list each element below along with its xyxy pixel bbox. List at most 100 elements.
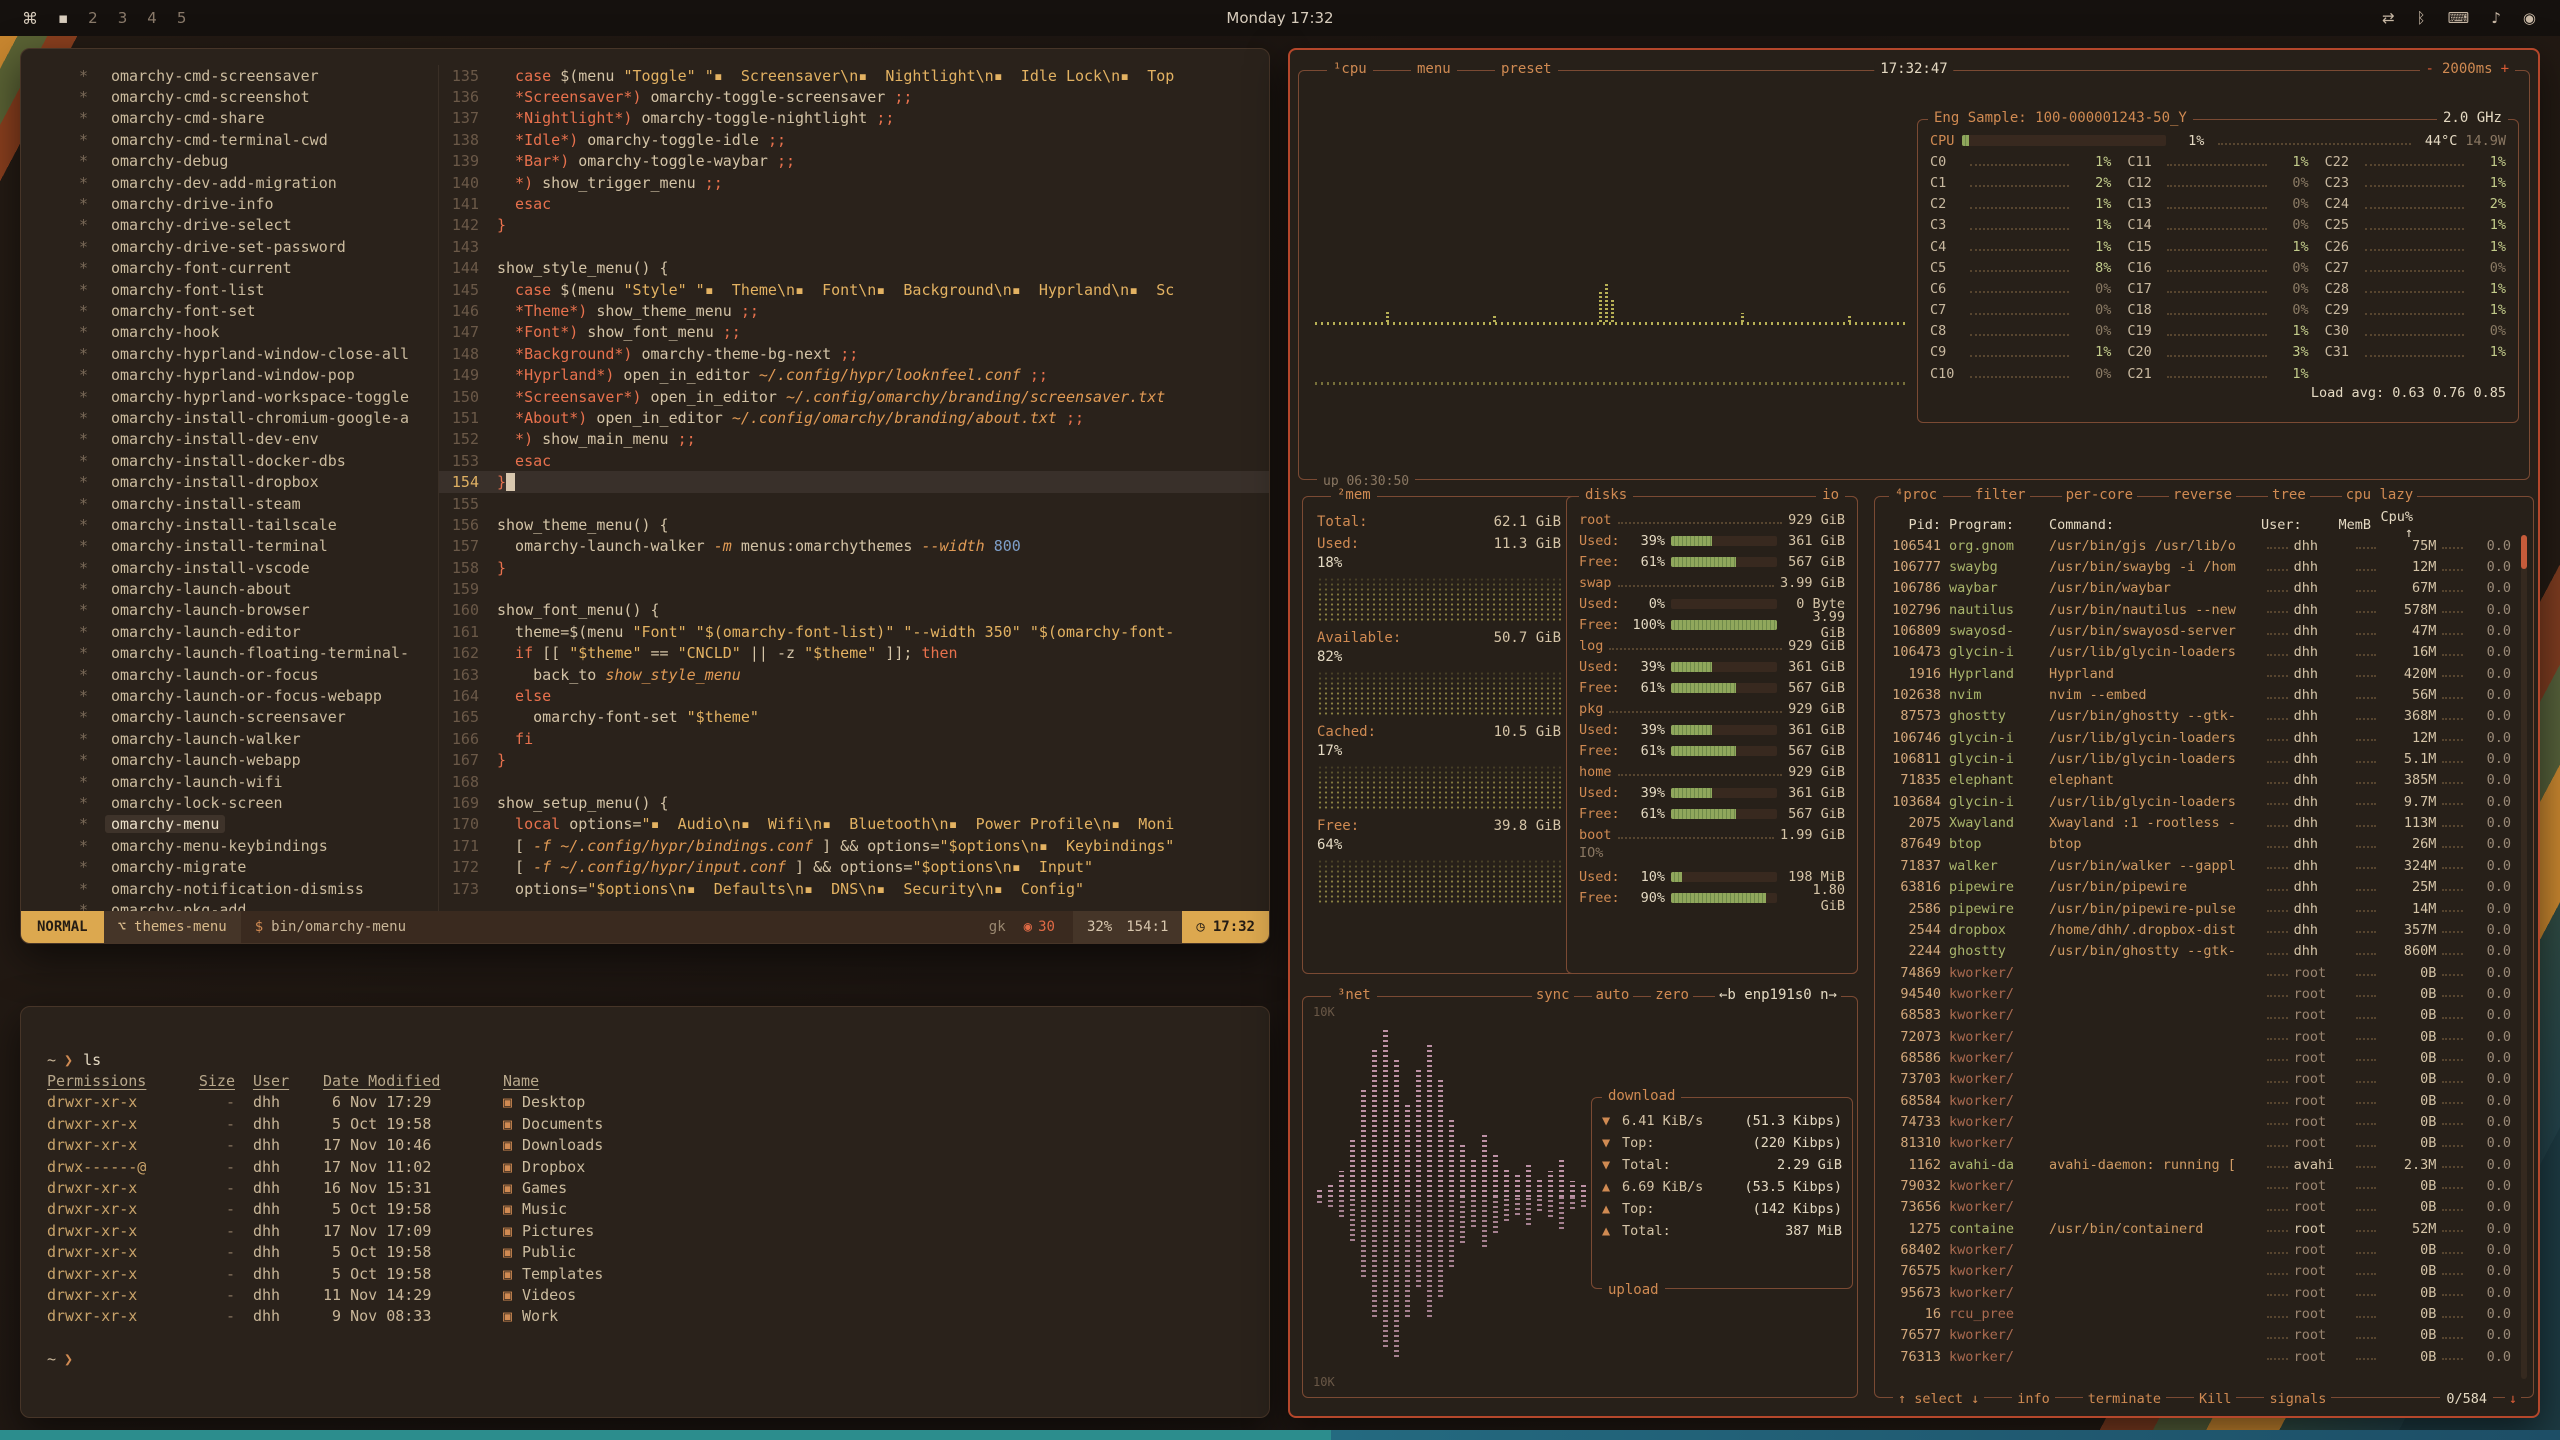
interval-minus-button[interactable]: - (2426, 61, 2434, 77)
code-lines[interactable]: 135 case $(menu "Toggle" "▪ Screensaver\… (439, 65, 1269, 911)
file-item[interactable]: *omarchy-hook (79, 322, 438, 343)
file-item[interactable]: *omarchy-install-dropbox (79, 471, 438, 492)
workspace-5[interactable]: 5 (177, 9, 187, 27)
process-row[interactable]: 73703kworker/root0B0.0 (1887, 1069, 2511, 1090)
workspace-2[interactable]: 2 (88, 9, 98, 27)
file-item[interactable]: *omarchy-hyprland-workspace-toggle (79, 386, 438, 407)
bluetooth-icon[interactable]: ᛒ (2417, 9, 2426, 27)
process-row[interactable]: 106809swayosd-/usr/bin/swayosd-serverdhh… (1887, 620, 2511, 641)
proc-options[interactable]: filterper-corereversetreecpu lazy (1971, 487, 2493, 503)
file-item[interactable]: *omarchy-font-list (79, 279, 438, 300)
file-item[interactable]: *omarchy-drive-select (79, 215, 438, 236)
process-row[interactable]: 1162avahi-daavahi-daemon: running [avahi… (1887, 1154, 2511, 1175)
nvim-file-list[interactable]: *omarchy-cmd-screensaver*omarchy-cmd-scr… (21, 65, 439, 911)
proc-option-reverse[interactable]: reverse (2169, 487, 2236, 503)
process-row[interactable]: 1275containe/usr/bin/containerdroot52M0.… (1887, 1218, 2511, 1239)
mem-box-title[interactable]: ²mem (1331, 487, 1377, 503)
file-item[interactable]: *omarchy-font-set (79, 300, 438, 321)
process-row[interactable]: 106811glycin-i/usr/lib/glycin-loadersdhh… (1887, 748, 2511, 769)
proc-scrollbar[interactable] (2521, 535, 2527, 1379)
process-row[interactable]: 87649btopbtopdhh26M0.0 (1887, 834, 2511, 855)
preset-button[interactable]: preset (1495, 61, 1558, 77)
process-row[interactable]: 71835elephantelephantdhh385M0.0 (1887, 770, 2511, 791)
file-item[interactable]: *omarchy-cmd-screenshot (79, 86, 438, 107)
proc-action-signals[interactable]: signals (2264, 1391, 2331, 1407)
file-item[interactable]: *omarchy-drive-set-password (79, 236, 438, 257)
process-row[interactable]: 79032kworker/root0B0.0 (1887, 1175, 2511, 1196)
proc-box-title[interactable]: ⁴proc (1889, 487, 1943, 503)
process-row[interactable]: 2244ghostty/usr/bin/ghostty --gtk-dhh860… (1887, 941, 2511, 962)
process-row[interactable]: 76577kworker/root0B0.0 (1887, 1325, 2511, 1346)
proc-option-per-core[interactable]: per-core (2062, 487, 2137, 503)
workspace-3[interactable]: 3 (118, 9, 128, 27)
file-item[interactable]: *omarchy-dev-add-migration (79, 172, 438, 193)
file-item[interactable]: *omarchy-lock-screen (79, 792, 438, 813)
file-item[interactable]: *omarchy-cmd-screensaver (79, 65, 438, 86)
process-row[interactable]: 16rcu_preeroot0B0.0 (1887, 1303, 2511, 1324)
scroll-down-icon[interactable]: ↓ (2505, 1391, 2521, 1407)
process-row[interactable]: 2544dropbox/home/dhh/.dropbox-distdhh357… (1887, 919, 2511, 940)
process-row[interactable]: 2075XwaylandXwayland :1 -rootless -dhh11… (1887, 812, 2511, 833)
process-row[interactable]: 94540kworker/root0B0.0 (1887, 983, 2511, 1004)
proc-action-terminate[interactable]: terminate (2083, 1391, 2166, 1407)
process-row[interactable]: 71837walker/usr/bin/walker --gappldhh324… (1887, 855, 2511, 876)
process-row[interactable]: 68583kworker/root0B0.0 (1887, 1005, 2511, 1026)
file-item[interactable]: *omarchy-launch-or-focus-webapp (79, 685, 438, 706)
process-row[interactable]: 102796nautilus/usr/bin/nautilus --newdhh… (1887, 599, 2511, 620)
process-row[interactable]: 106473glycin-i/usr/lib/glycin-loadersdhh… (1887, 642, 2511, 663)
process-row[interactable]: 106541org.gnom/usr/bin/gjs /usr/lib/odhh… (1887, 535, 2511, 556)
process-row[interactable]: 74733kworker/root0B0.0 (1887, 1111, 2511, 1132)
file-item[interactable]: *omarchy-launch-or-focus (79, 664, 438, 685)
process-row[interactable]: 68584kworker/root0B0.0 (1887, 1090, 2511, 1111)
terminal-window[interactable]: ~ ❯ ls PermissionsSizeUserDate ModifiedN… (20, 1006, 1270, 1418)
proc-option-cpu-lazy[interactable]: cpu lazy (2342, 487, 2417, 503)
process-row[interactable]: 72073kworker/root0B0.0 (1887, 1026, 2511, 1047)
process-row[interactable]: 76575kworker/root0B0.0 (1887, 1261, 2511, 1282)
file-item[interactable]: *omarchy-launch-about (79, 578, 438, 599)
proc-action--select-[interactable]: ↑ select ↓ (1893, 1391, 1984, 1407)
file-item[interactable]: *omarchy-hyprland-window-pop (79, 364, 438, 385)
process-row[interactable]: 74869kworker/root0B0.0 (1887, 962, 2511, 983)
proc-footer[interactable]: ↑ select ↓infoterminateKillsignals (1893, 1391, 2331, 1407)
file-item[interactable]: *omarchy-install-chromium-google-a (79, 407, 438, 428)
volume-icon[interactable]: ♪ (2491, 9, 2501, 27)
record-icon[interactable]: ◉ (2523, 9, 2536, 27)
file-item[interactable]: *omarchy-hyprland-window-close-all (79, 343, 438, 364)
update-interval[interactable]: - 2000ms + (2420, 61, 2515, 77)
file-item[interactable]: *omarchy-launch-floating-terminal- (79, 643, 438, 664)
file-item[interactable]: *omarchy-install-tailscale (79, 514, 438, 535)
file-item[interactable]: *omarchy-font-current (79, 258, 438, 279)
file-item[interactable]: *omarchy-notification-dismiss (79, 878, 438, 899)
process-row[interactable]: 1916HyprlandHyprlanddhh420M0.0 (1887, 663, 2511, 684)
file-item[interactable]: *omarchy-debug (79, 151, 438, 172)
file-item[interactable]: *omarchy-launch-editor (79, 621, 438, 642)
keyboard-icon[interactable]: ⌨ (2448, 9, 2470, 27)
file-item[interactable]: *omarchy-launch-browser (79, 600, 438, 621)
file-item[interactable]: *omarchy-install-steam (79, 493, 438, 514)
file-item[interactable]: *omarchy-migrate (79, 856, 438, 877)
file-item[interactable]: *omarchy-launch-wifi (79, 771, 438, 792)
file-item[interactable]: *omarchy-pkg-add (79, 899, 438, 911)
file-item[interactable]: *omarchy-cmd-terminal-cwd (79, 129, 438, 150)
file-item[interactable]: *omarchy-install-terminal (79, 536, 438, 557)
process-row[interactable]: 106777swaybg/usr/bin/swaybg -i /homdhh12… (1887, 556, 2511, 577)
process-row[interactable]: 68402kworker/root0B0.0 (1887, 1239, 2511, 1260)
process-row[interactable]: 102638nvimnvim --embeddhh56M0.0 (1887, 684, 2511, 705)
process-row[interactable]: 106746glycin-i/usr/lib/glycin-loadersdhh… (1887, 727, 2511, 748)
file-item[interactable]: *omarchy-launch-screensaver (79, 707, 438, 728)
file-item[interactable]: *omarchy-launch-walker (79, 728, 438, 749)
file-item[interactable]: *omarchy-menu (79, 814, 438, 835)
process-row[interactable]: 103684glycin-i/usr/lib/glycin-loadersdhh… (1887, 791, 2511, 812)
workspace-4[interactable]: 4 (147, 9, 157, 27)
proc-action-kill[interactable]: Kill (2194, 1391, 2237, 1407)
process-row[interactable]: 87573ghostty/usr/bin/ghostty --gtk-dhh36… (1887, 706, 2511, 727)
proc-option-filter[interactable]: filter (1971, 487, 2030, 503)
process-row[interactable]: 106786waybar/usr/bin/waybardhh67M0.0 (1887, 578, 2511, 599)
menu-button[interactable]: menu (1411, 61, 1457, 77)
interval-plus-button[interactable]: + (2501, 61, 2509, 77)
process-row[interactable]: 95673kworker/root0B0.0 (1887, 1282, 2511, 1303)
process-row[interactable]: 2586pipewire/usr/bin/pipewire-pulsedhh14… (1887, 898, 2511, 919)
disks-io-toggle[interactable]: io (1816, 487, 1845, 503)
cpu-box-title[interactable]: ¹cpu (1327, 61, 1373, 77)
process-row[interactable]: 73656kworker/root0B0.0 (1887, 1197, 2511, 1218)
